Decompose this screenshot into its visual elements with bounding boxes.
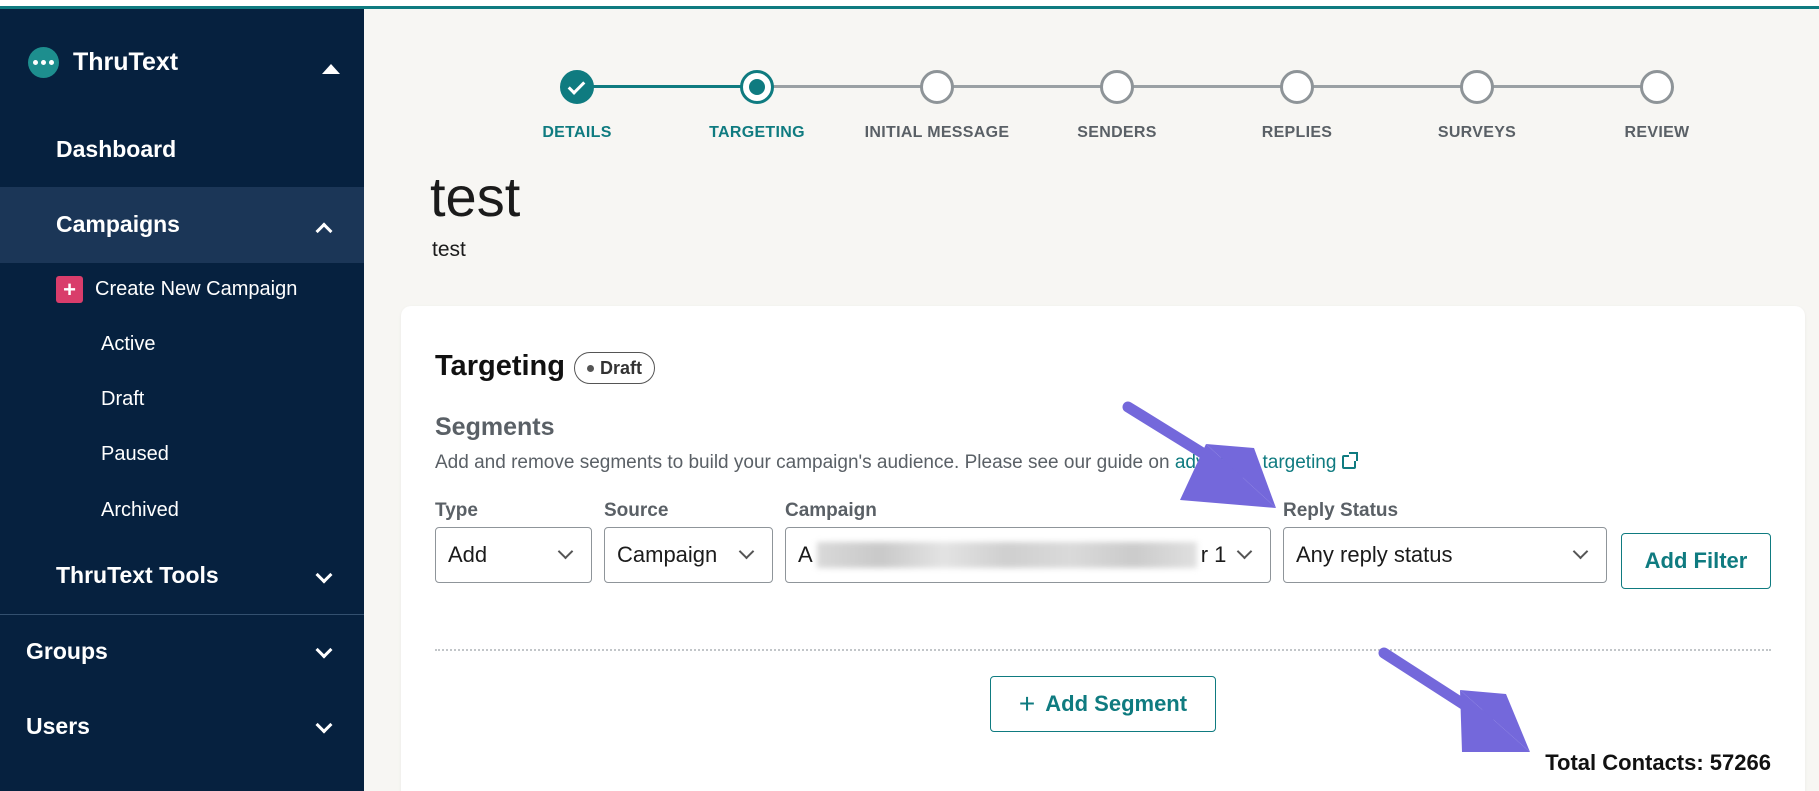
sidebar-item-campaigns-label: Campaigns — [56, 211, 180, 237]
chevron-down-icon[interactable] — [315, 716, 333, 734]
reply-status-label: Reply Status — [1283, 500, 1399, 521]
redacted-campaign-name — [816, 542, 1197, 568]
step-label-details[interactable]: DETAILS — [487, 124, 667, 142]
step-label-surveys[interactable]: SURVEYS — [1387, 124, 1567, 142]
page-title: test — [430, 165, 521, 228]
segments-description: Add and remove segments to build your ca… — [435, 452, 1359, 474]
sidebar-item-thrutext-tools[interactable]: ThruText Tools — [56, 562, 219, 589]
campaign-label: Campaign — [785, 500, 877, 521]
plus-icon: + — [56, 276, 83, 303]
brand[interactable]: ThruText — [28, 47, 178, 78]
top-bar — [0, 0, 1819, 9]
step-review-icon[interactable] — [1640, 70, 1674, 104]
step-details-check-icon[interactable] — [560, 70, 594, 104]
campaign-select-value-end: r 1 — [1200, 542, 1227, 567]
chevron-down-icon[interactable] — [315, 641, 333, 659]
sidebar-item-paused[interactable]: Paused — [101, 443, 169, 466]
brand-name: ThruText — [73, 48, 179, 76]
step-label-initial-message[interactable]: INITIAL MESSAGE — [847, 124, 1027, 142]
step-surveys-icon[interactable] — [1460, 70, 1494, 104]
step-label-replies[interactable]: REPLIES — [1207, 124, 1387, 142]
step-label-review[interactable]: REVIEW — [1567, 124, 1747, 142]
chevron-down-icon — [738, 543, 755, 560]
sidebar-item-campaigns[interactable] — [0, 187, 364, 263]
step-targeting-current-icon[interactable] — [740, 70, 774, 104]
targeting-title: Targeting — [435, 350, 565, 382]
reply-status-select[interactable]: Any reply status — [1283, 527, 1607, 583]
type-select[interactable]: Add — [435, 527, 592, 583]
chevron-down-icon — [1236, 543, 1253, 560]
segment-divider — [435, 649, 1771, 651]
stepper-connector — [757, 85, 1657, 88]
campaign-select[interactable]: A r 1 — [785, 527, 1271, 583]
chevron-down-icon — [1572, 543, 1589, 560]
plus-icon: + — [1018, 688, 1036, 719]
source-select[interactable]: Campaign — [604, 527, 773, 583]
status-badge: Draft — [574, 352, 656, 384]
add-segment-button[interactable]: + Add Segment — [990, 676, 1216, 732]
add-segment-label: Add Segment — [1045, 691, 1188, 716]
add-filter-button[interactable]: Add Filter — [1621, 533, 1771, 589]
stepper-connector-done — [577, 85, 757, 88]
sidebar-item-active[interactable]: Active — [101, 333, 155, 356]
campaign-select-value-start: A — [798, 542, 813, 567]
chevron-down-icon[interactable] — [315, 566, 333, 584]
total-contacts: Total Contacts: 57266 — [1545, 750, 1771, 775]
sidebar-divider — [0, 614, 364, 615]
sidebar: ThruText Dashboard Campaigns + Create Ne… — [0, 9, 364, 791]
status-dot-icon — [587, 364, 594, 372]
sidebar-item-draft[interactable]: Draft — [101, 388, 144, 411]
thrutext-logo-icon — [28, 47, 59, 78]
description-text: Add and remove segments to build your ca… — [435, 452, 1175, 473]
sidebar-item-groups[interactable]: Groups — [26, 638, 108, 665]
status-badge-label: Draft — [600, 357, 643, 378]
advanced-targeting-link[interactable]: advanced targeting — [1175, 452, 1337, 473]
step-replies-icon[interactable] — [1280, 70, 1314, 104]
chevron-down-icon — [557, 543, 574, 560]
sidebar-item-create-new-campaign[interactable]: + Create New Campaign — [56, 276, 297, 303]
reply-status-value: Any reply status — [1296, 542, 1453, 567]
sidebar-item-users[interactable]: Users — [26, 713, 90, 740]
step-initial-message-icon[interactable] — [920, 70, 954, 104]
step-label-senders[interactable]: SENDERS — [1027, 124, 1207, 142]
page-subtitle: test — [432, 238, 466, 261]
external-link-icon[interactable] — [1342, 452, 1359, 469]
step-senders-icon[interactable] — [1100, 70, 1134, 104]
type-select-value: Add — [448, 542, 488, 567]
sidebar-item-archived[interactable]: Archived — [101, 499, 179, 522]
create-new-label: Create New Campaign — [95, 278, 298, 300]
source-label: Source — [604, 500, 669, 521]
type-label: Type — [435, 500, 478, 521]
sidebar-item-dashboard[interactable]: Dashboard — [56, 136, 176, 163]
segments-title: Segments — [435, 413, 555, 441]
step-label-targeting[interactable]: TARGETING — [667, 124, 847, 142]
source-select-value: Campaign — [617, 542, 718, 567]
caret-up-icon[interactable] — [322, 64, 340, 74]
